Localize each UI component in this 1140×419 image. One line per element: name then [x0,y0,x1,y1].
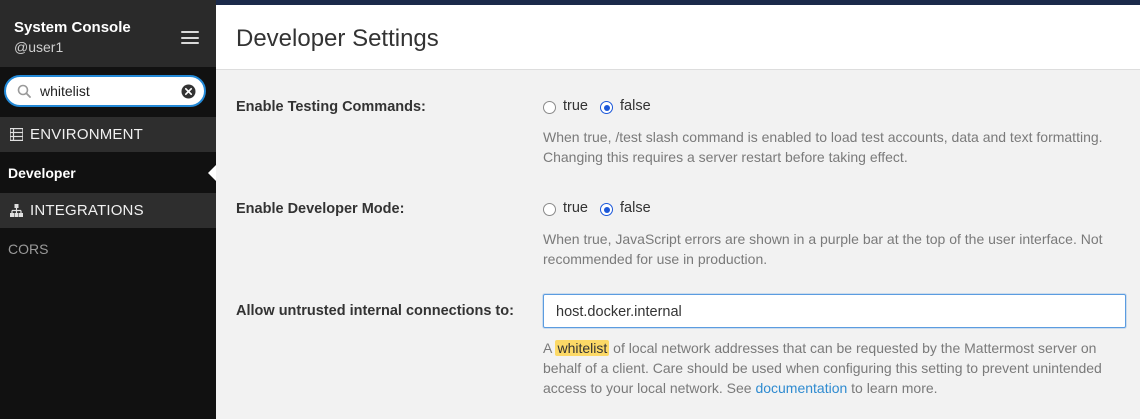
setting-label-developer-mode: Enable Developer Mode: [236,201,405,217]
radio-circle [543,101,556,114]
sidebar-section-integrations: INTEGRATIONS [0,193,216,228]
help-text-developer-mode: When true, JavaScript errors are shown i… [543,231,1103,267]
radio-testing-commands-false[interactable]: false [600,98,670,116]
setting-label-testing-commands: Enable Testing Commands: [236,99,426,115]
active-caret-icon [208,165,216,181]
setting-label-untrusted-connections: Allow untrusted internal connections to: [236,303,514,319]
sitemap-icon [10,204,23,217]
hamburger-icon[interactable] [181,31,199,44]
section-label-environment: ENVIRONMENT [30,126,144,143]
radio-label: false [620,98,651,114]
documentation-link[interactable]: documentation [755,380,847,396]
sidebar-search-input[interactable] [40,81,180,101]
sidebar-username: @user1 [14,39,64,55]
search-icon [17,84,31,98]
sidebar-section-environment: ENVIRONMENT [0,117,216,152]
help-text-prefix: A [543,340,556,356]
sidebar-item-label: Developer [8,165,76,181]
page-header: Developer Settings [216,5,1140,70]
section-label-integrations: INTEGRATIONS [30,202,144,219]
radio-circle-checked [600,101,613,114]
radio-label: false [620,200,651,216]
radio-developer-mode-false[interactable]: false [600,200,670,218]
sidebar-item-developer[interactable]: Developer [0,156,216,190]
search-highlight: whitelist [555,340,610,356]
sidebar-header: System Console @user1 [0,0,216,67]
sidebar-search-box[interactable] [4,75,206,107]
help-text-testing-commands: When true, /test slash command is enable… [543,129,1103,165]
radio-circle [543,203,556,216]
sidebar: System Console @user1 ENVIRONMENT Develo… [0,0,216,419]
page-title: Developer Settings [236,25,439,52]
clear-icon[interactable] [181,84,196,99]
untrusted-connections-input[interactable] [556,303,1106,321]
radio-label: true [563,98,588,114]
sidebar-item-cors[interactable]: CORS [0,232,216,266]
sidebar-item-label: CORS [8,241,49,257]
help-text-untrusted-connections: A whitelist of local network addresses t… [543,338,1118,398]
list-icon [10,128,23,141]
settings-content: Enable Testing Commands: true false When… [216,70,1140,419]
help-text-suffix: to learn more. [847,380,938,396]
radio-circle-checked [600,203,613,216]
sidebar-title: System Console [14,19,131,36]
radio-label: true [563,200,588,216]
untrusted-connections-field[interactable] [543,294,1126,328]
